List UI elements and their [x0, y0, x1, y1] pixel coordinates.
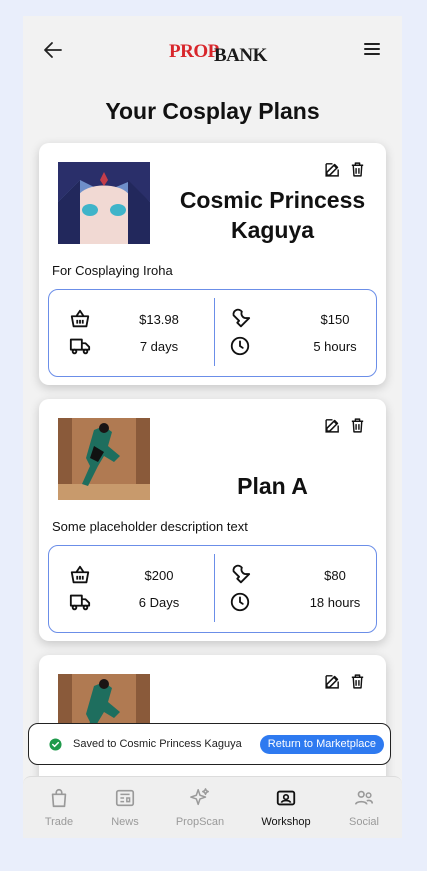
edit-icon[interactable] [324, 417, 341, 434]
labor-time: 18 hours [309, 594, 361, 610]
check-circle-icon [49, 738, 62, 751]
return-to-marketplace-button[interactable]: Return to Marketplace [259, 735, 384, 754]
nav-item-news[interactable]: News [95, 787, 155, 828]
people-icon [354, 790, 374, 805]
hamburger-menu-icon[interactable] [364, 43, 380, 57]
edit-icon[interactable] [324, 673, 341, 690]
trash-icon[interactable] [349, 417, 366, 434]
plan-name: Plan A [237, 473, 308, 499]
shopping-bag-icon [51, 788, 67, 808]
labor-cost: $150 [320, 311, 350, 327]
truck-icon [69, 338, 91, 355]
app-screen: PROP BANK Your Cosplay Plans Cosmic Prin… [23, 16, 402, 838]
plan-stats: $13.98 7 days $150 5 hours [48, 289, 377, 377]
plan-thumbnail [58, 418, 150, 500]
top-bar: PROP BANK [23, 16, 402, 86]
newspaper-icon [115, 789, 135, 807]
nav-item-propscan[interactable]: PropScan [170, 787, 230, 828]
clock-icon [230, 336, 250, 356]
trash-icon[interactable] [349, 161, 366, 178]
plan-description: Some placeholder description text [52, 519, 248, 534]
plan-thumbnail [58, 162, 150, 244]
workshop-icon [276, 790, 296, 806]
plan-stats: $200 6 Days $80 18 hours [48, 545, 377, 633]
nav-item-workshop[interactable]: Workshop [256, 787, 316, 828]
basket-icon [70, 565, 90, 584]
truck-icon [69, 594, 91, 611]
basket-icon [70, 309, 90, 328]
plan-name: Cosmic Princess Kaguya [179, 187, 366, 243]
wrench-icon [232, 308, 251, 328]
shipping-time: 6 Days [138, 594, 180, 610]
wrench-icon [232, 564, 251, 584]
clock-icon [230, 592, 250, 612]
materials-cost: $13.98 [139, 311, 179, 327]
nav-item-trade[interactable]: Trade [29, 787, 89, 828]
bottom-nav: Trade News PropScan Workshop Social [23, 776, 402, 838]
shipping-time: 7 days [139, 338, 179, 354]
nav-item-social[interactable]: Social [334, 787, 394, 828]
edit-icon[interactable] [324, 161, 341, 178]
trash-icon[interactable] [349, 673, 366, 690]
labor-time: 5 hours [313, 338, 357, 354]
back-arrow-icon[interactable] [41, 38, 65, 62]
plan-description: For Cosplaying Iroha [52, 263, 173, 278]
toast-message: Saved to Cosmic Princess Kaguya [73, 738, 242, 750]
page-title: Your Cosplay Plans [105, 98, 320, 124]
plan-card[interactable]: Plan A Some placeholder description text… [39, 399, 386, 641]
saved-toast: Saved to Cosmic Princess Kaguya Return t… [28, 723, 391, 765]
plan-card[interactable]: Cosmic Princess Kaguya For Cosplaying Ir… [39, 143, 386, 385]
materials-cost: $200 [144, 567, 174, 583]
sparkle-icon [190, 788, 209, 806]
labor-cost: $80 [324, 567, 346, 583]
